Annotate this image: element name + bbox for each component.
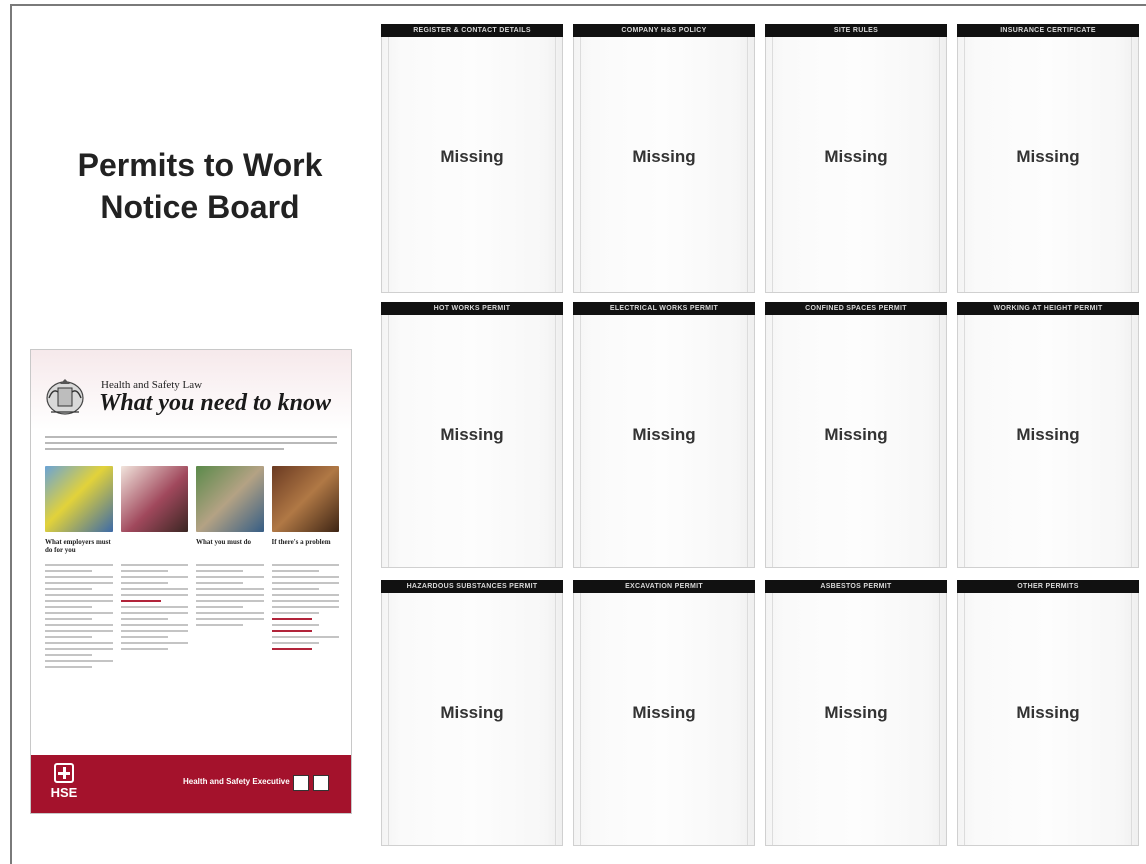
slot-body: Missing — [381, 593, 563, 846]
slot-company-hs-policy[interactable]: COMPANY H&S POLICY Missing — [573, 24, 755, 293]
slot-body: Missing — [573, 315, 755, 568]
slot-body: Missing — [765, 37, 947, 293]
hse-org-name: Health and Safety Executive — [183, 777, 290, 786]
slot-header: EXCAVATION PERMIT — [573, 580, 755, 593]
slot-header: OTHER PERMITS — [957, 580, 1139, 593]
missing-label: Missing — [440, 425, 504, 444]
slot-header: WORKING AT HEIGHT PERMIT — [957, 302, 1139, 315]
slot-working-at-height-permit[interactable]: WORKING AT HEIGHT PERMIT Missing — [957, 302, 1139, 568]
board-title-line2: Notice Board — [100, 188, 300, 225]
hse-logo-text: HSE — [50, 785, 78, 800]
missing-label: Missing — [1016, 703, 1080, 722]
office-photo — [120, 466, 188, 532]
slot-header: HAZARDOUS SUBSTANCES PERMIT — [381, 580, 563, 593]
slot-hazardous-substances-permit[interactable]: HAZARDOUS SUBSTANCES PERMIT Missing — [381, 580, 563, 846]
hse-cross-icon — [54, 763, 74, 783]
hse-logo: HSE — [47, 763, 81, 800]
missing-label: Missing — [824, 425, 888, 444]
slot-header: ASBESTOS PERMIT — [765, 580, 947, 593]
column-heading: If there's a problem — [271, 538, 331, 546]
missing-label: Missing — [440, 703, 504, 722]
slot-body: Missing — [765, 593, 947, 846]
board-title-line1: Permits to Work — [77, 147, 323, 183]
poster-column: What you must do — [196, 538, 264, 748]
slot-body: Missing — [381, 37, 563, 293]
board-title: Permits to Work Notice Board — [30, 145, 370, 228]
outdoor-photo — [196, 466, 264, 532]
workshop-photo — [271, 466, 339, 532]
footer-badges — [293, 775, 329, 791]
slot-header: HOT WORKS PERMIT — [381, 302, 563, 315]
royal-crest-icon — [46, 379, 84, 415]
poster-column — [120, 538, 189, 748]
slot-register-contact-details[interactable]: REGISTER & CONTACT DETAILS Missing — [381, 24, 563, 293]
slot-electrical-works-permit[interactable]: ELECTRICAL WORKS PERMIT Missing — [573, 302, 755, 568]
missing-label: Missing — [824, 703, 888, 722]
slot-header: CONFINED SPACES PERMIT — [765, 302, 947, 315]
hse-poster[interactable]: Health and Safety Law What you need to k… — [30, 349, 352, 814]
poster-photos — [45, 466, 339, 532]
slot-header: COMPANY H&S POLICY — [573, 24, 755, 37]
workers-photo — [45, 466, 113, 532]
column-heading — [121, 538, 189, 560]
barcode-icon — [293, 775, 309, 791]
slot-header: REGISTER & CONTACT DETAILS — [381, 24, 563, 37]
slot-body: Missing — [957, 593, 1139, 846]
poster-column: If there's a problem — [271, 538, 339, 748]
column-heading: What employers must do for you — [45, 538, 111, 554]
missing-label: Missing — [1016, 425, 1080, 444]
slot-asbestos-permit[interactable]: ASBESTOS PERMIT Missing — [765, 580, 947, 846]
poster-column: What employers must do for you — [45, 538, 113, 748]
missing-label: Missing — [440, 147, 504, 166]
slot-body: Missing — [381, 315, 563, 568]
slot-body: Missing — [573, 593, 755, 846]
slot-body: Missing — [957, 37, 1139, 293]
slot-body: Missing — [957, 315, 1139, 568]
poster-columns: What employers must do for you What you … — [45, 538, 339, 748]
poster-intro-text — [45, 436, 337, 454]
slot-site-rules[interactable]: SITE RULES Missing — [765, 24, 947, 293]
missing-label: Missing — [632, 147, 696, 166]
poster-heading: What you need to know — [99, 390, 332, 416]
slot-header: SITE RULES — [765, 24, 947, 37]
slot-hot-works-permit[interactable]: HOT WORKS PERMIT Missing — [381, 302, 563, 568]
missing-label: Missing — [824, 147, 888, 166]
slot-excavation-permit[interactable]: EXCAVATION PERMIT Missing — [573, 580, 755, 846]
slot-header: ELECTRICAL WORKS PERMIT — [573, 302, 755, 315]
missing-label: Missing — [632, 425, 696, 444]
slot-body: Missing — [573, 37, 755, 293]
poster-footer: HSE Health and Safety Executive — [31, 755, 351, 813]
slot-confined-spaces-permit[interactable]: CONFINED SPACES PERMIT Missing — [765, 302, 947, 568]
slot-header: INSURANCE CERTIFICATE — [957, 24, 1139, 37]
slot-other-permits[interactable]: OTHER PERMITS Missing — [957, 580, 1139, 846]
slot-body: Missing — [765, 315, 947, 568]
slot-insurance-certificate[interactable]: INSURANCE CERTIFICATE Missing — [957, 24, 1139, 293]
missing-label: Missing — [632, 703, 696, 722]
crest-badge-icon — [313, 775, 329, 791]
missing-label: Missing — [1016, 147, 1080, 166]
column-heading: What you must do — [196, 538, 252, 546]
